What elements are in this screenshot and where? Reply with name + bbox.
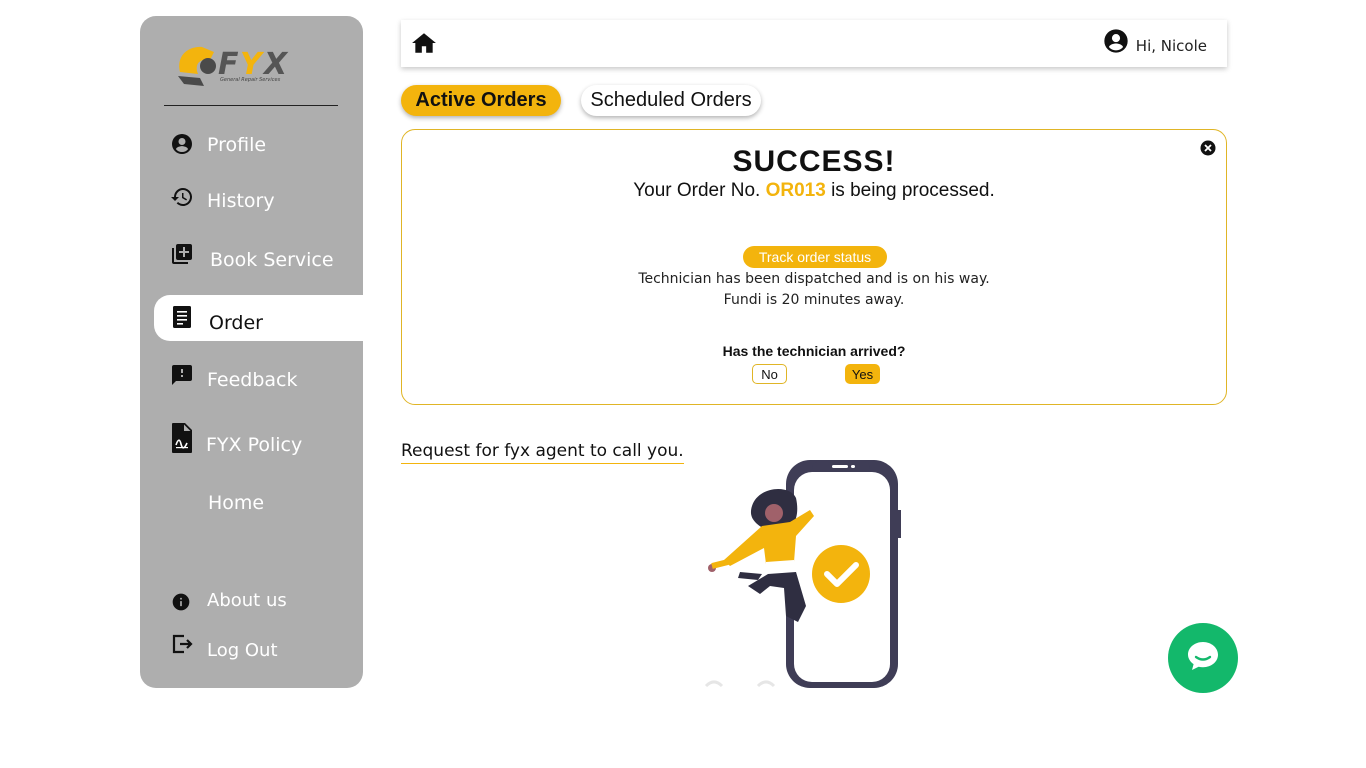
sidebar-item-label: Order [209, 312, 263, 334]
success-card: SUCCESS! Your Order No. OR013 is being p… [401, 129, 1227, 405]
success-illustration [700, 458, 910, 690]
sidebar-item-home[interactable]: Home [154, 479, 363, 525]
request-agent-call-link[interactable]: Request for fyx agent to call you. [401, 441, 684, 464]
sidebar-item-fyx-policy[interactable]: FYX Policy [154, 418, 363, 464]
user-menu[interactable]: Hi, Nicole [1102, 27, 1207, 55]
order-suffix: is being processed. [831, 180, 995, 201]
success-title: SUCCESS! [732, 145, 896, 178]
sidebar-item-book-service[interactable]: Book Service [154, 237, 363, 283]
chat-button[interactable] [1168, 623, 1238, 693]
top-bar: Hi, Nicole [401, 20, 1227, 67]
sidebar-item-label: Feedback [207, 369, 298, 391]
account-circle-icon [170, 132, 194, 156]
sidebar-item-profile[interactable]: Profile [154, 122, 363, 168]
sidebar-item-about-us[interactable]: About us [154, 579, 363, 625]
dispatch-status: Technician has been dispatched and is on… [638, 271, 990, 287]
tab-active-orders[interactable]: Active Orders [401, 85, 561, 116]
sidebar-item-order[interactable]: Order [154, 295, 363, 341]
order-message: Your Order No. OR013 is being processed. [402, 180, 1226, 202]
chat-bubble-icon [1185, 638, 1221, 679]
arrival-question: Has the technician arrived? [722, 343, 906, 359]
user-greeting: Hi, Nicole [1135, 37, 1207, 55]
sidebar-item-label: FYX Policy [206, 434, 303, 456]
library-add-icon [170, 242, 194, 266]
home-icon[interactable] [411, 30, 437, 56]
sidebar-item-label: Profile [207, 134, 267, 156]
history-icon [170, 185, 194, 209]
order-number: OR013 [765, 180, 826, 201]
sidebar-item-label: About us [207, 590, 287, 611]
sidebar-item-label: Book Service [210, 249, 334, 271]
no-button[interactable]: No [752, 364, 787, 384]
sidebar-item-log-out[interactable]: Log Out [154, 626, 363, 672]
receipt-icon [170, 305, 194, 329]
account-circle-icon [1102, 27, 1130, 55]
info-icon [170, 590, 192, 614]
sidebar-item-feedback[interactable]: Feedback [154, 357, 363, 403]
feedback-icon [170, 363, 194, 387]
track-order-status-button[interactable]: Track order status [743, 246, 887, 268]
fyx-logo[interactable]: F Y X General Repair Services [170, 30, 300, 102]
logo-tagline: General Repair Services [220, 77, 281, 83]
sidebar-item-label: Home [208, 492, 265, 514]
order-prefix: Your Order No. [633, 180, 761, 201]
sidebar-item-label: History [207, 190, 275, 212]
sidebar-item-history[interactable]: History [154, 178, 363, 224]
logo-divider [164, 105, 338, 106]
sidebar-item-label: Log Out [207, 640, 278, 661]
policy-document-icon [170, 422, 194, 454]
sidebar: F Y X General Repair Services Profile Hi… [140, 16, 363, 688]
tab-scheduled-orders[interactable]: Scheduled Orders [581, 85, 761, 116]
logout-icon [170, 632, 194, 656]
eta-status: Fundi is 20 minutes away. [723, 292, 905, 308]
yes-button[interactable]: Yes [845, 364, 880, 384]
